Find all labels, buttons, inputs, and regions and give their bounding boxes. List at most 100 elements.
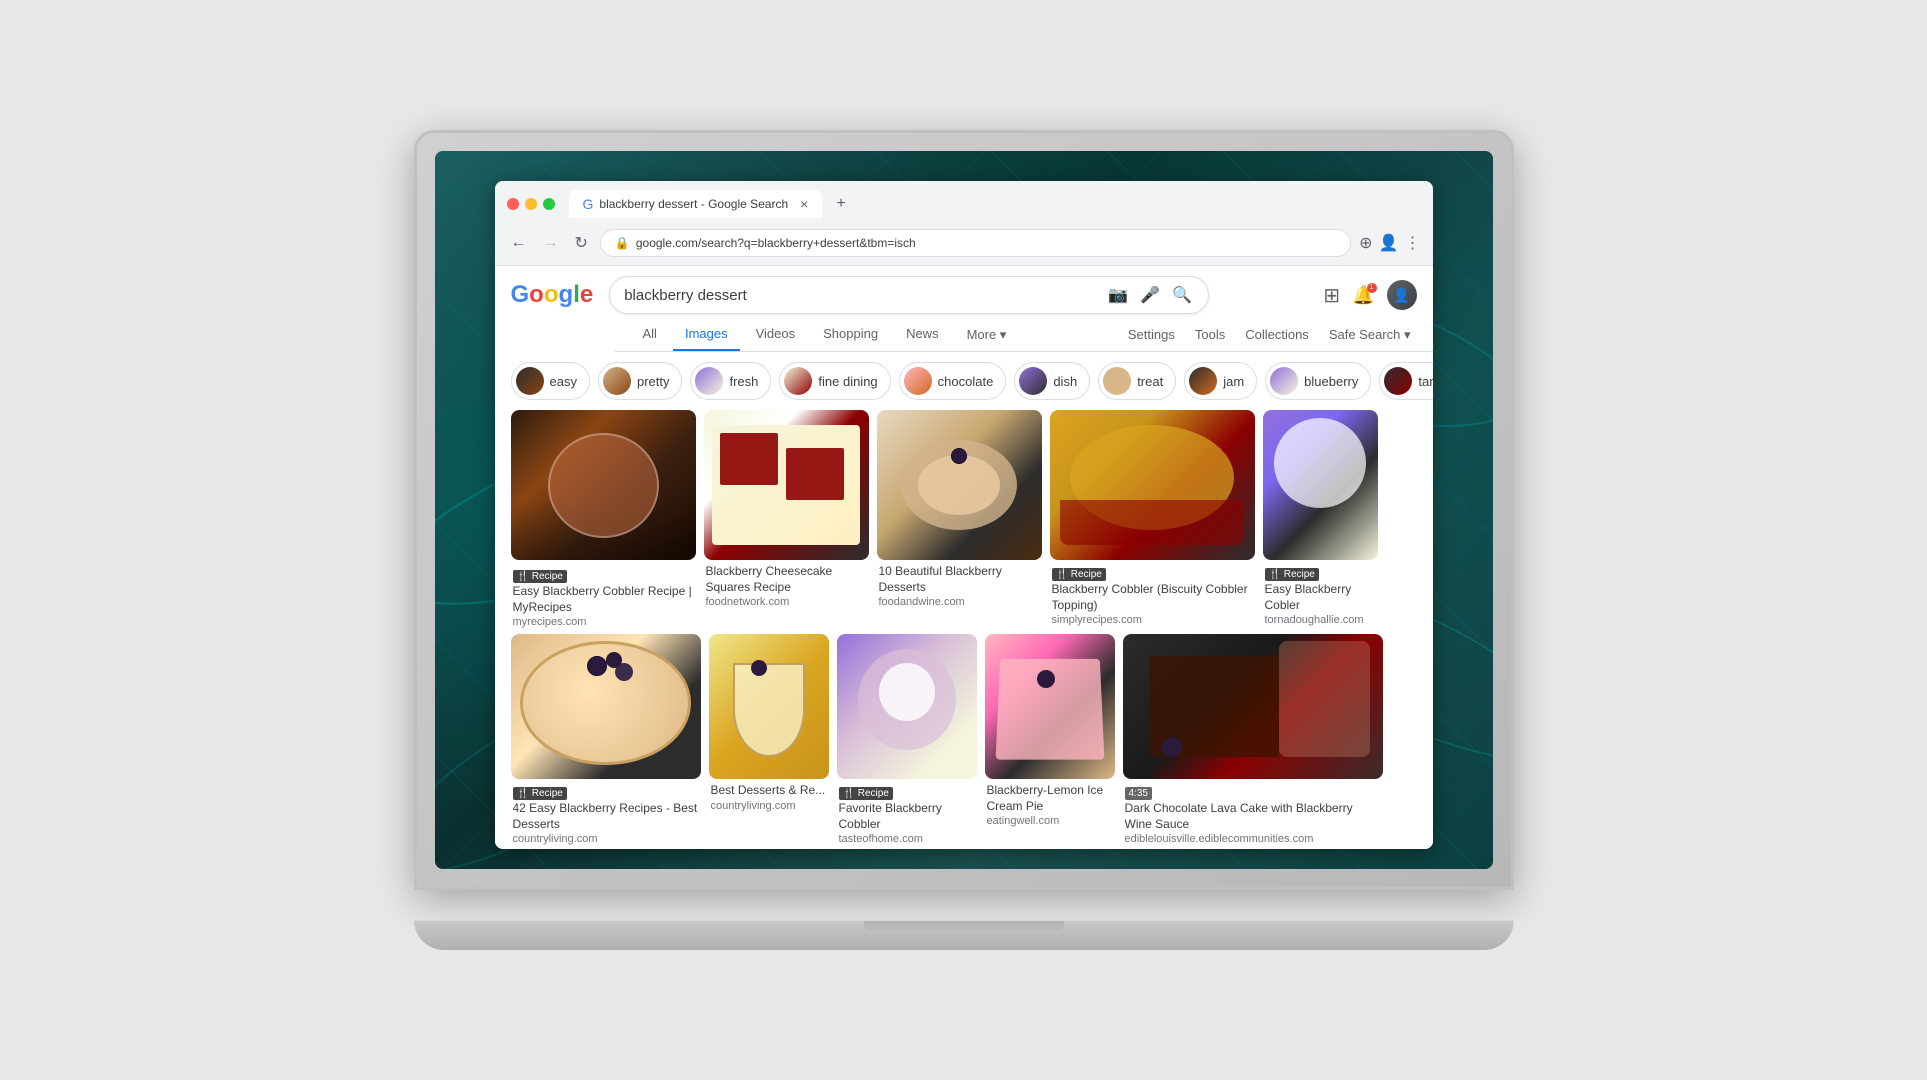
address-bar[interactable]: 🔒 google.com/search?q=blackberry+dessert… <box>600 229 1351 257</box>
settings-btn[interactable]: Settings <box>1122 319 1181 351</box>
chip-label-chocolate: chocolate <box>938 374 994 389</box>
chip-dish[interactable]: dish <box>1014 362 1090 400</box>
camera-icon[interactable]: 📷 <box>1106 283 1130 307</box>
header-right: ⊞ 🔔 1 👤 <box>1323 280 1416 310</box>
extensions-icon[interactable]: ⊕ <box>1359 233 1372 253</box>
new-tab-button[interactable]: + <box>826 189 855 219</box>
chip-label-tart: tart <box>1418 374 1432 389</box>
tab-shopping[interactable]: Shopping <box>811 318 890 351</box>
search-bar-wrapper: blackberry dessert 📷 🎤 🔍 <box>609 276 1209 314</box>
img-title-r2-2: Best Desserts & Re... <box>711 783 827 799</box>
chip-label-fresh: fresh <box>729 374 758 389</box>
grid-item-r2-4[interactable]: Blackberry-Lemon Ice Cream Pie eatingwel… <box>985 634 1115 845</box>
user-avatar[interactable]: 👤 <box>1387 280 1417 310</box>
search-submit-icon[interactable]: 🔍 <box>1170 283 1194 307</box>
screen-bezel: G blackberry dessert - Google Search × +… <box>435 151 1493 869</box>
chip-label-treat: treat <box>1137 374 1163 389</box>
search-text: blackberry dessert <box>624 287 1098 304</box>
menu-icon[interactable]: ⋮ <box>1405 233 1421 253</box>
forward-icon[interactable]: → <box>539 230 563 256</box>
img-title-r2-3: Favorite Blackberry Cobbler <box>839 801 975 832</box>
chip-label-dish: dish <box>1053 374 1077 389</box>
lock-icon: 🔒 <box>615 236 630 250</box>
img-title-1: Easy Blackberry Cobbler Recipe | MyRecip… <box>513 584 694 615</box>
browser-window: G blackberry dessert - Google Search × +… <box>495 181 1433 849</box>
maximize-dot[interactable] <box>543 198 555 210</box>
google-logo[interactable]: Google <box>511 281 594 309</box>
grid-item-r2-1[interactable]: 🍴 Recipe 42 Easy Blackberry Recipes - Be… <box>511 634 701 845</box>
back-icon[interactable]: ← <box>507 230 531 256</box>
chip-pretty[interactable]: pretty <box>598 362 683 400</box>
img-source-4: simplyrecipes.com <box>1052 614 1253 626</box>
collections-btn[interactable]: Collections <box>1239 319 1315 351</box>
grid-item-r2-2[interactable]: Best Desserts & Re... countryliving.com <box>709 634 829 845</box>
search-bar[interactable]: blackberry dessert 📷 🎤 🔍 <box>609 276 1209 314</box>
laptop-container: G blackberry dessert - Google Search × +… <box>414 130 1514 950</box>
notification-count: 1 <box>1367 283 1377 293</box>
image-grid-row1: 🍴 Recipe Easy Blackberry Cobbler Recipe … <box>495 410 1433 628</box>
filter-chips-row: easy pretty fresh fine dining <box>495 352 1433 410</box>
grid-item-4[interactable]: 🍴 Recipe Blackberry Cobbler (Biscuity Co… <box>1050 410 1255 628</box>
notification-bell[interactable]: 🔔 1 <box>1352 285 1374 306</box>
img-source-2: foodnetwork.com <box>706 596 867 608</box>
chip-label-jam: jam <box>1223 374 1244 389</box>
tools-btn[interactable]: Tools <box>1189 319 1231 351</box>
profile-icon[interactable]: 👤 <box>1379 233 1399 253</box>
img-source-5: tornadoughallie.com <box>1265 614 1376 626</box>
img-title-5: Easy Blackberry Cobler <box>1265 582 1376 613</box>
chip-label-pretty: pretty <box>637 374 670 389</box>
tab-title: blackberry dessert - Google Search <box>599 197 788 211</box>
apps-icon[interactable]: ⊞ <box>1323 283 1340 308</box>
tab-videos[interactable]: Videos <box>744 318 808 351</box>
chip-easy[interactable]: easy <box>511 362 590 400</box>
img-title-4: Blackberry Cobbler (Biscuity Cobbler Top… <box>1052 582 1253 613</box>
img-title-2: Blackberry Cheesecake Squares Recipe <box>706 564 867 595</box>
img-source-r2-3: tasteofhome.com <box>839 833 975 845</box>
grid-item-r2-5[interactable]: 4:35 Dark Chocolate Lava Cake with Black… <box>1123 634 1383 845</box>
chip-treat[interactable]: treat <box>1098 362 1176 400</box>
laptop-base <box>414 920 1514 950</box>
minimize-dot[interactable] <box>525 198 537 210</box>
chip-finedining[interactable]: fine dining <box>779 362 890 400</box>
chip-fresh[interactable]: fresh <box>690 362 771 400</box>
tab-more[interactable]: More ▾ <box>955 319 1019 351</box>
grid-item-3[interactable]: 10 Beautiful Blackberry Desserts foodand… <box>877 410 1042 628</box>
img-source-r2-4: eatingwell.com <box>987 815 1113 827</box>
address-text: google.com/search?q=blackberry+dessert&t… <box>636 236 916 250</box>
google-page: Google blackberry dessert 📷 🎤 🔍 ⊞ <box>495 266 1433 849</box>
mic-icon[interactable]: 🎤 <box>1138 283 1162 307</box>
refresh-icon[interactable]: ↻ <box>571 229 592 257</box>
browser-tab[interactable]: G blackberry dessert - Google Search × <box>569 190 823 218</box>
tab-all[interactable]: All <box>631 318 669 351</box>
chip-label-finedining: fine dining <box>818 374 877 389</box>
safe-search-btn[interactable]: Safe Search ▾ <box>1323 319 1417 351</box>
chip-label-blueberry: blueberry <box>1304 374 1358 389</box>
laptop-notch <box>864 921 1064 933</box>
img-title-r2-4: Blackberry-Lemon Ice Cream Pie <box>987 783 1113 814</box>
recipe-badge-1: 🍴 Recipe <box>513 566 694 584</box>
img-title-3: 10 Beautiful Blackberry Desserts <box>879 564 1040 595</box>
img-source-1: myrecipes.com <box>513 616 694 628</box>
img-source-r2-5: ediblelouisville.ediblecommunities.com <box>1125 833 1381 845</box>
tab-close-icon[interactable]: × <box>800 196 808 212</box>
laptop-body: G blackberry dessert - Google Search × +… <box>414 130 1514 890</box>
chip-chocolate[interactable]: chocolate <box>899 362 1007 400</box>
grid-item-r2-3[interactable]: 🍴 Recipe Favorite Blackberry Cobbler tas… <box>837 634 977 845</box>
img-source-r2-1: countryliving.com <box>513 833 699 845</box>
grid-item-1[interactable]: 🍴 Recipe Easy Blackberry Cobbler Recipe … <box>511 410 696 628</box>
image-grid-row3 <box>495 845 1433 849</box>
chip-blueberry[interactable]: blueberry <box>1265 362 1371 400</box>
chip-label-easy: easy <box>550 374 577 389</box>
img-title-r2-5: Dark Chocolate Lava Cake with Blackberry… <box>1125 801 1381 832</box>
img-source-r2-2: countryliving.com <box>711 800 827 812</box>
grid-item-5[interactable]: 🍴 Recipe Easy Blackberry Cobler tornadou… <box>1263 410 1378 628</box>
tab-news[interactable]: News <box>894 318 951 351</box>
close-dot[interactable] <box>507 198 519 210</box>
image-grid-row2: 🍴 Recipe 42 Easy Blackberry Recipes - Be… <box>495 628 1433 845</box>
grid-item-2[interactable]: Blackberry Cheesecake Squares Recipe foo… <box>704 410 869 628</box>
chip-jam[interactable]: jam <box>1184 362 1257 400</box>
tab-images[interactable]: Images <box>673 318 740 351</box>
img-source-3: foodandwine.com <box>879 596 1040 608</box>
chip-tart[interactable]: tart <box>1379 362 1432 400</box>
img-title-r2-1: 42 Easy Blackberry Recipes - Best Desser… <box>513 801 699 832</box>
